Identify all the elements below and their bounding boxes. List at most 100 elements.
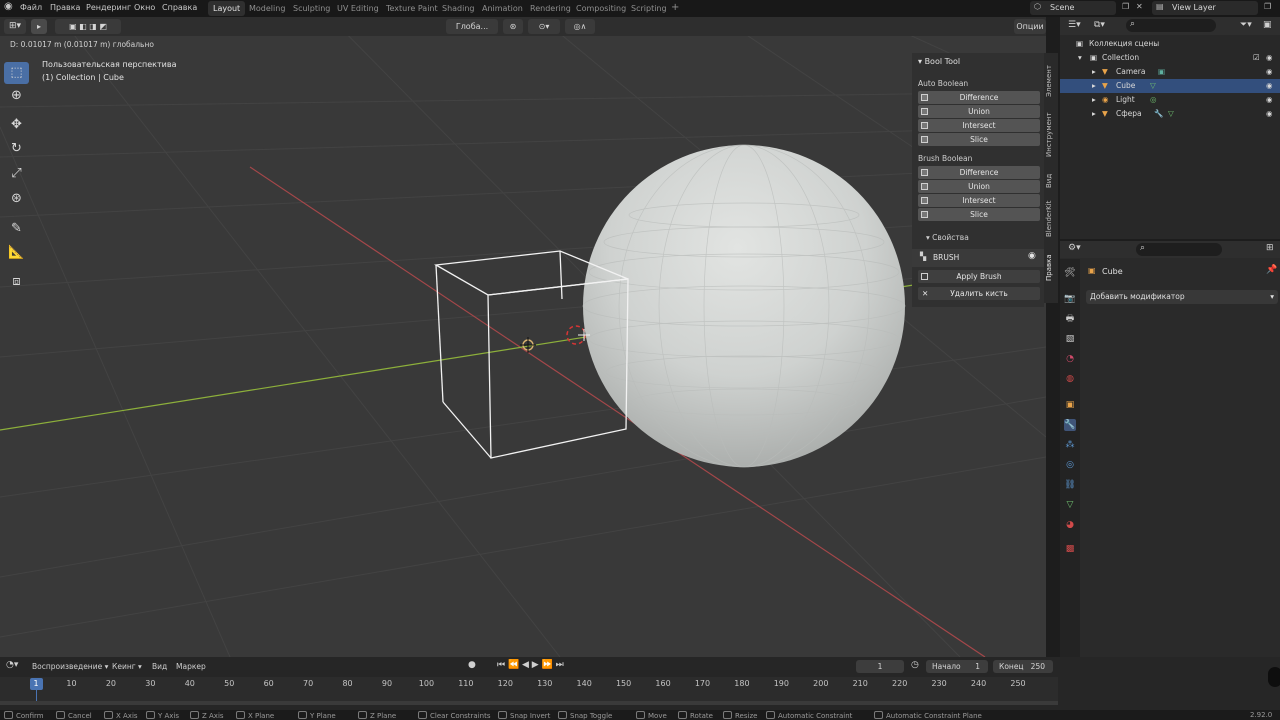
3d-viewport[interactable]: ⊞▾ ▸ ▣ ◧ ◨ ◩ Глоба... ⊛ ⊙▾ ◎∧ Опции D: 0… [0,17,1046,657]
add-modifier-dropdown[interactable]: Добавить модификатор ▾ [1086,290,1278,304]
data-tab-icon[interactable]: ▽ [1064,499,1076,511]
eye-icon[interactable]: ◉ [1028,251,1036,261]
brush-slice-button[interactable]: Slice [918,208,1040,221]
sphere-object[interactable] [583,145,905,467]
outliner-row-camera[interactable]: ▸ ▼ Camera ▣ ◉ [1060,65,1280,79]
particles-tab-icon[interactable]: ⁂ [1064,439,1076,451]
tab-view[interactable]: Вид [1045,174,1053,188]
delete-brush-button[interactable]: ✕ Удалить кисть [918,287,1040,300]
cursor-tool-icon[interactable]: ⊕ [4,85,29,107]
transform-orientation-dropdown[interactable]: Глоба... [446,19,498,34]
chevron-right-icon[interactable]: ▸ [1092,79,1096,93]
select-mode-icon[interactable]: ▸ [31,19,47,34]
start-frame-field[interactable]: Начало 1 [926,660,988,673]
view-layer-selector[interactable]: View Layer [1152,1,1258,15]
copy-scene-icon[interactable]: ❐ [1122,2,1129,11]
tab-compositing[interactable]: Compositing [571,1,631,16]
new-collection-icon[interactable]: ▣ [1263,20,1272,30]
editor-type-icon[interactable]: ☰▾ [1068,20,1081,30]
measure-tool-icon[interactable]: 📐 [4,242,29,264]
panel-title[interactable]: ▾ Bool Tool [918,57,960,66]
material-tab-icon[interactable]: ◕ [1064,519,1076,531]
view-layer-tab-icon[interactable]: ▧ [1064,333,1076,345]
scene-tab-icon[interactable]: ◔ [1064,353,1076,365]
chevron-right-icon[interactable]: ▸ [1092,93,1096,107]
object-tab-icon[interactable]: ▣ [1064,399,1076,411]
move-tool-icon[interactable]: ✥ [4,114,29,136]
scene-collection-row[interactable]: ▣ Коллекция сцены [1060,37,1280,51]
editor-type-icon[interactable]: ⚙▾ [1068,243,1081,253]
clock-icon[interactable]: ◷ [911,660,919,670]
eye-icon[interactable]: ◉ [1266,51,1273,65]
properties-subpanel-header[interactable]: ▾ Свойства [926,233,969,242]
tab-layout[interactable]: Layout [208,1,246,16]
keying-menu[interactable]: Кеинг ▾ [112,662,142,671]
tab-item[interactable]: Элемент [1045,65,1053,97]
brush-intersect-button[interactable]: Intersect [918,194,1040,207]
eye-icon[interactable]: ◉ [1266,107,1273,121]
auto-difference-button[interactable]: Difference [918,91,1040,104]
snap-icon[interactable]: ⊙▾ [528,19,560,34]
menu-window[interactable]: Окно [134,3,155,12]
rotate-tool-icon[interactable]: ↻ [4,138,29,160]
display-mode-icon[interactable]: ⧉▾ [1094,20,1105,30]
add-workspace-button[interactable]: + [671,2,679,13]
scene-selector[interactable]: Scene [1030,1,1116,15]
tab-texture-paint[interactable]: Texture Paint [381,1,443,16]
output-tab-icon[interactable]: 🖶 [1064,313,1076,325]
options-dropdown[interactable]: Опции [1014,19,1046,34]
brush-union-button[interactable]: Union [918,180,1040,193]
world-tab-icon[interactable]: ◍ [1064,373,1076,385]
select-box-tool-icon[interactable]: ⬚ [4,62,29,84]
menu-file[interactable]: Файл [20,3,42,12]
physics-tab-icon[interactable]: ◎ [1064,459,1076,471]
menu-help[interactable]: Справка [162,3,197,12]
editor-type-icon[interactable]: ◔▾ [6,660,18,670]
current-frame-field[interactable]: 1 [856,660,904,673]
tab-tool[interactable]: Инструмент [1045,112,1053,157]
annotate-tool-icon[interactable]: ✎ [4,218,29,240]
selection-mode-buttons[interactable]: ▣ ◧ ◨ ◩ [55,19,121,34]
end-frame-field[interactable]: Конец 250 [993,660,1053,673]
eye-icon[interactable]: ◉ [1266,65,1273,79]
auto-intersect-button[interactable]: Intersect [918,119,1040,132]
filter-icon[interactable]: ⏷▾ [1240,20,1252,30]
playback-menu[interactable]: Воспроизведение ▾ [32,662,108,671]
record-icon[interactable]: ● [468,660,476,670]
tab-sculpting[interactable]: Sculpting [288,1,335,16]
chevron-down-icon[interactable]: ▾ [1078,51,1082,65]
blender-logo-icon[interactable]: ◉ [4,1,13,12]
tab-animation[interactable]: Animation [477,1,528,16]
add-cube-tool-icon[interactable]: ⧈ [4,271,29,293]
pin-icon[interactable]: ⊞ [1266,243,1274,253]
outliner-row-cube[interactable]: ▸ ▼ Cube ▽ ◉ [1060,79,1280,93]
timeline-scrollbar[interactable] [0,701,1058,705]
constraints-tab-icon[interactable]: ⛓ [1064,479,1076,491]
tab-uv-editing[interactable]: UV Editing [332,1,384,16]
tab-rendering[interactable]: Rendering [525,1,576,16]
brush-difference-button[interactable]: Difference [918,166,1040,179]
outliner-search-input[interactable] [1126,19,1216,32]
properties-search-input[interactable] [1136,243,1222,256]
delete-scene-icon[interactable]: ✕ [1136,2,1143,11]
apply-brush-button[interactable]: Apply Brush [918,270,1040,283]
tab-shading[interactable]: Shading [437,1,480,16]
tab-edit[interactable]: Правка [1045,254,1053,281]
tool-tab-icon[interactable]: 🛠 [1064,267,1076,279]
transform-tool-icon[interactable]: ⊛ [4,188,29,210]
outliner-row-collection[interactable]: ▾ ▣ Collection ☑ ◉ [1060,51,1280,65]
tab-modeling[interactable]: Modeling [244,1,290,16]
modifier-tab-icon[interactable]: 🔧 [1064,419,1076,431]
render-tab-icon[interactable]: 📷 [1064,293,1076,305]
playback-controls[interactable]: ⏮ ⏪ ◀ ▶ ⏩ ⏭ [497,660,564,670]
copy-view-layer-icon[interactable]: ❐ [1264,2,1271,11]
menu-edit[interactable]: Правка [50,3,80,12]
chevron-right-icon[interactable]: ▸ [1092,107,1096,121]
outliner-row-sphere[interactable]: ▸ ▼ Сфера 🔧 ▽ ◉ [1060,107,1280,121]
pin-icon[interactable]: 📌 [1266,265,1277,275]
checkbox-icon[interactable]: ☑ [1253,51,1260,65]
scale-tool-icon[interactable]: ⤢ [4,163,29,185]
menu-render[interactable]: Рендеринг [86,3,131,12]
chevron-right-icon[interactable]: ▸ [1092,65,1096,79]
eye-icon[interactable]: ◉ [1266,93,1273,107]
